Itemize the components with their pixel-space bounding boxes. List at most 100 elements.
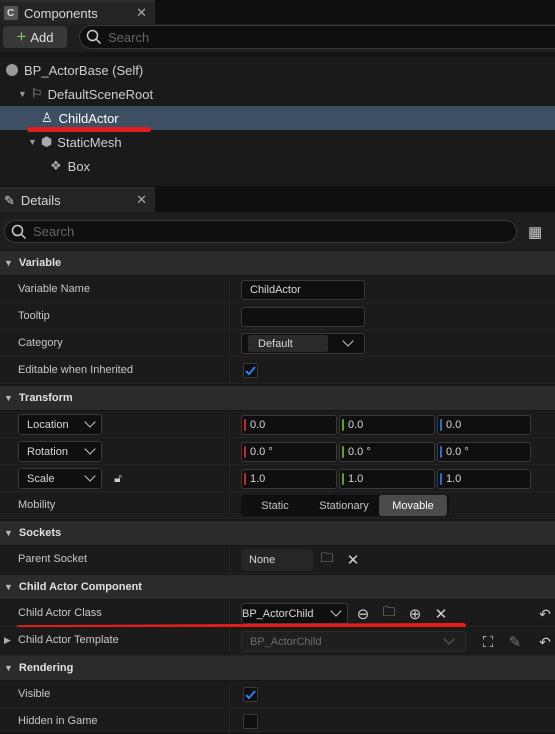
clear-icon[interactable]: ✕ bbox=[343, 550, 363, 570]
location-mode-dropdown[interactable]: Location bbox=[18, 414, 102, 435]
reset-to-default-icon[interactable]: ↶ bbox=[536, 632, 554, 652]
details-tab-title: Details bbox=[20, 193, 61, 208]
rotation-y-input[interactable]: 0.0 ° bbox=[339, 442, 435, 462]
collapse-triangle-icon: ▼ bbox=[4, 663, 13, 673]
row-mobility: Mobility Static Stationary Movable bbox=[0, 492, 555, 519]
dropdown-value: Location bbox=[27, 418, 69, 431]
dropdown-value: Rotation bbox=[27, 445, 68, 458]
tree-item-box[interactable]: ❖ Box bbox=[0, 154, 555, 178]
location-y-input[interactable]: 0.0 bbox=[339, 415, 435, 435]
hidden-in-game-checkbox[interactable] bbox=[243, 714, 258, 729]
row-child-actor-template: ▶ Child Actor Template BP_ActorChild ⛶ ✎… bbox=[0, 627, 555, 656]
rotation-z-input[interactable]: 0.0 ° bbox=[437, 442, 531, 462]
field-value: 1.0 bbox=[446, 473, 462, 485]
parent-socket-value: None bbox=[241, 549, 313, 571]
search-placeholder: Search bbox=[108, 29, 150, 45]
close-icon[interactable]: ✕ bbox=[136, 192, 147, 208]
property-label: Child Actor Template bbox=[18, 634, 119, 646]
collapse-triangle-icon: ▼ bbox=[4, 393, 13, 403]
category-dropdown[interactable]: Default bbox=[241, 333, 365, 354]
tooltip-input[interactable] bbox=[241, 307, 365, 327]
property-label: Variable Name bbox=[18, 283, 90, 295]
view-options-icon[interactable]: ▦ bbox=[528, 223, 555, 241]
rotation-mode-dropdown[interactable]: Rotation bbox=[18, 441, 102, 462]
search-icon bbox=[86, 29, 102, 45]
row-scale: Scale 🔓︎ 1.0 1.0 1.0 bbox=[0, 465, 555, 492]
field-value: 0.0 bbox=[348, 419, 364, 431]
section-rendering[interactable]: ▼ Rendering bbox=[0, 656, 555, 680]
unlock-icon[interactable]: 🔓︎ bbox=[110, 469, 126, 487]
use-selected-icon[interactable]: ⊖ bbox=[353, 604, 373, 624]
reset-to-default-icon[interactable]: ↶ bbox=[536, 604, 554, 624]
scale-mode-dropdown[interactable]: Scale bbox=[18, 468, 102, 489]
scale-x-input[interactable]: 1.0 bbox=[241, 469, 337, 489]
section-sockets[interactable]: ▼ Sockets bbox=[0, 521, 555, 545]
checkmark-icon bbox=[245, 690, 256, 700]
child-actor-class-dropdown[interactable]: BP_ActorChild bbox=[241, 603, 348, 624]
collapse-triangle-icon: ▼ bbox=[4, 582, 13, 592]
close-icon[interactable]: ✕ bbox=[136, 5, 147, 21]
actor-icon bbox=[6, 64, 18, 76]
tree-item-label: ChildActor bbox=[58, 110, 119, 126]
details-search-input[interactable]: Search bbox=[4, 220, 517, 243]
section-transform[interactable]: ▼ Transform bbox=[0, 386, 555, 410]
collapse-triangle-icon[interactable]: ▼ bbox=[18, 89, 27, 99]
scale-y-input[interactable]: 1.0 bbox=[339, 469, 435, 489]
chevron-down-icon bbox=[84, 443, 96, 455]
rotation-x-input[interactable]: 0.0 ° bbox=[241, 442, 337, 462]
details-tab[interactable]: ✎ Details ✕ bbox=[0, 187, 155, 212]
components-panel-icon: C bbox=[4, 6, 18, 20]
property-label: Mobility bbox=[18, 499, 56, 511]
select-in-viewport-icon[interactable]: ⛶ bbox=[478, 632, 498, 652]
property-label: Hidden in Game bbox=[18, 715, 98, 727]
add-new-icon[interactable]: ⊕ bbox=[405, 604, 425, 624]
collapse-triangle-icon[interactable]: ▼ bbox=[28, 137, 37, 147]
collapse-triangle-icon: ▼ bbox=[4, 258, 13, 268]
mobility-static-option[interactable]: Static bbox=[241, 495, 309, 516]
section-title: Sockets bbox=[18, 527, 62, 539]
field-value: 0.0 bbox=[446, 419, 462, 431]
visible-checkbox[interactable] bbox=[243, 687, 258, 702]
box-collision-icon: ❖ bbox=[50, 158, 62, 173]
row-rotation: Rotation 0.0 ° 0.0 ° 0.0 ° bbox=[0, 438, 555, 465]
mobility-selector: Static Stationary Movable bbox=[241, 495, 449, 516]
components-search-input[interactable]: Search bbox=[79, 25, 555, 49]
row-variable-name: Variable Name ChildActor bbox=[0, 276, 555, 303]
expand-triangle-icon[interactable]: ▶ bbox=[4, 635, 11, 646]
dropdown-value: Default bbox=[258, 337, 293, 350]
dropdown-value: BP_ActorChild bbox=[242, 607, 314, 620]
clear-icon[interactable]: ✕ bbox=[431, 604, 451, 624]
row-hidden-in-game: Hidden in Game bbox=[0, 708, 555, 734]
row-editable-inherited: Editable when Inherited bbox=[0, 357, 555, 384]
section-child-actor-component[interactable]: ▼ Child Actor Component bbox=[0, 575, 555, 599]
chevron-down-icon bbox=[84, 416, 96, 428]
editable-inherited-checkbox[interactable] bbox=[243, 363, 258, 378]
components-tab[interactable]: C Components ✕ bbox=[0, 0, 155, 24]
variable-name-input[interactable]: ChildActor bbox=[241, 280, 365, 300]
field-value: 1.0 bbox=[348, 473, 364, 485]
location-x-input[interactable]: 0.0 bbox=[241, 415, 337, 435]
mobility-stationary-option[interactable]: Stationary bbox=[309, 495, 379, 516]
field-value: 0.0 bbox=[250, 419, 266, 431]
property-label: Editable when Inherited bbox=[18, 364, 133, 376]
tree-item-self[interactable]: BP_ActorBase (Self) bbox=[0, 58, 555, 82]
static-mesh-icon: ⬢ bbox=[40, 134, 53, 149]
browse-asset-icon[interactable]: 🗀︎ bbox=[379, 604, 399, 624]
browse-socket-icon[interactable]: 🗀︎ bbox=[317, 550, 337, 570]
tree-item-static-mesh[interactable]: ▼ ⬢ StaticMesh bbox=[0, 130, 555, 154]
scale-z-input[interactable]: 1.0 bbox=[437, 469, 531, 489]
chevron-down-icon bbox=[342, 335, 354, 347]
section-title: Variable bbox=[18, 257, 62, 269]
tree-item-label: BP_ActorBase (Self) bbox=[24, 62, 144, 78]
property-label: Child Actor Class bbox=[18, 607, 102, 619]
plus-icon: + bbox=[16, 27, 27, 46]
field-value: 0.0 ° bbox=[446, 446, 469, 458]
location-z-input[interactable]: 0.0 bbox=[437, 415, 531, 435]
field-value: ChildActor bbox=[250, 284, 301, 296]
eyedropper-icon[interactable]: ✎ bbox=[505, 632, 525, 652]
tree-item-default-scene-root[interactable]: ▼ ⚐ DefaultSceneRoot bbox=[0, 82, 555, 106]
mobility-movable-option[interactable]: Movable bbox=[379, 495, 447, 516]
section-variable[interactable]: ▼ Variable bbox=[0, 251, 555, 275]
child-actor-template-dropdown: BP_ActorChild bbox=[241, 631, 466, 652]
add-component-button[interactable]: + Add bbox=[3, 26, 67, 48]
